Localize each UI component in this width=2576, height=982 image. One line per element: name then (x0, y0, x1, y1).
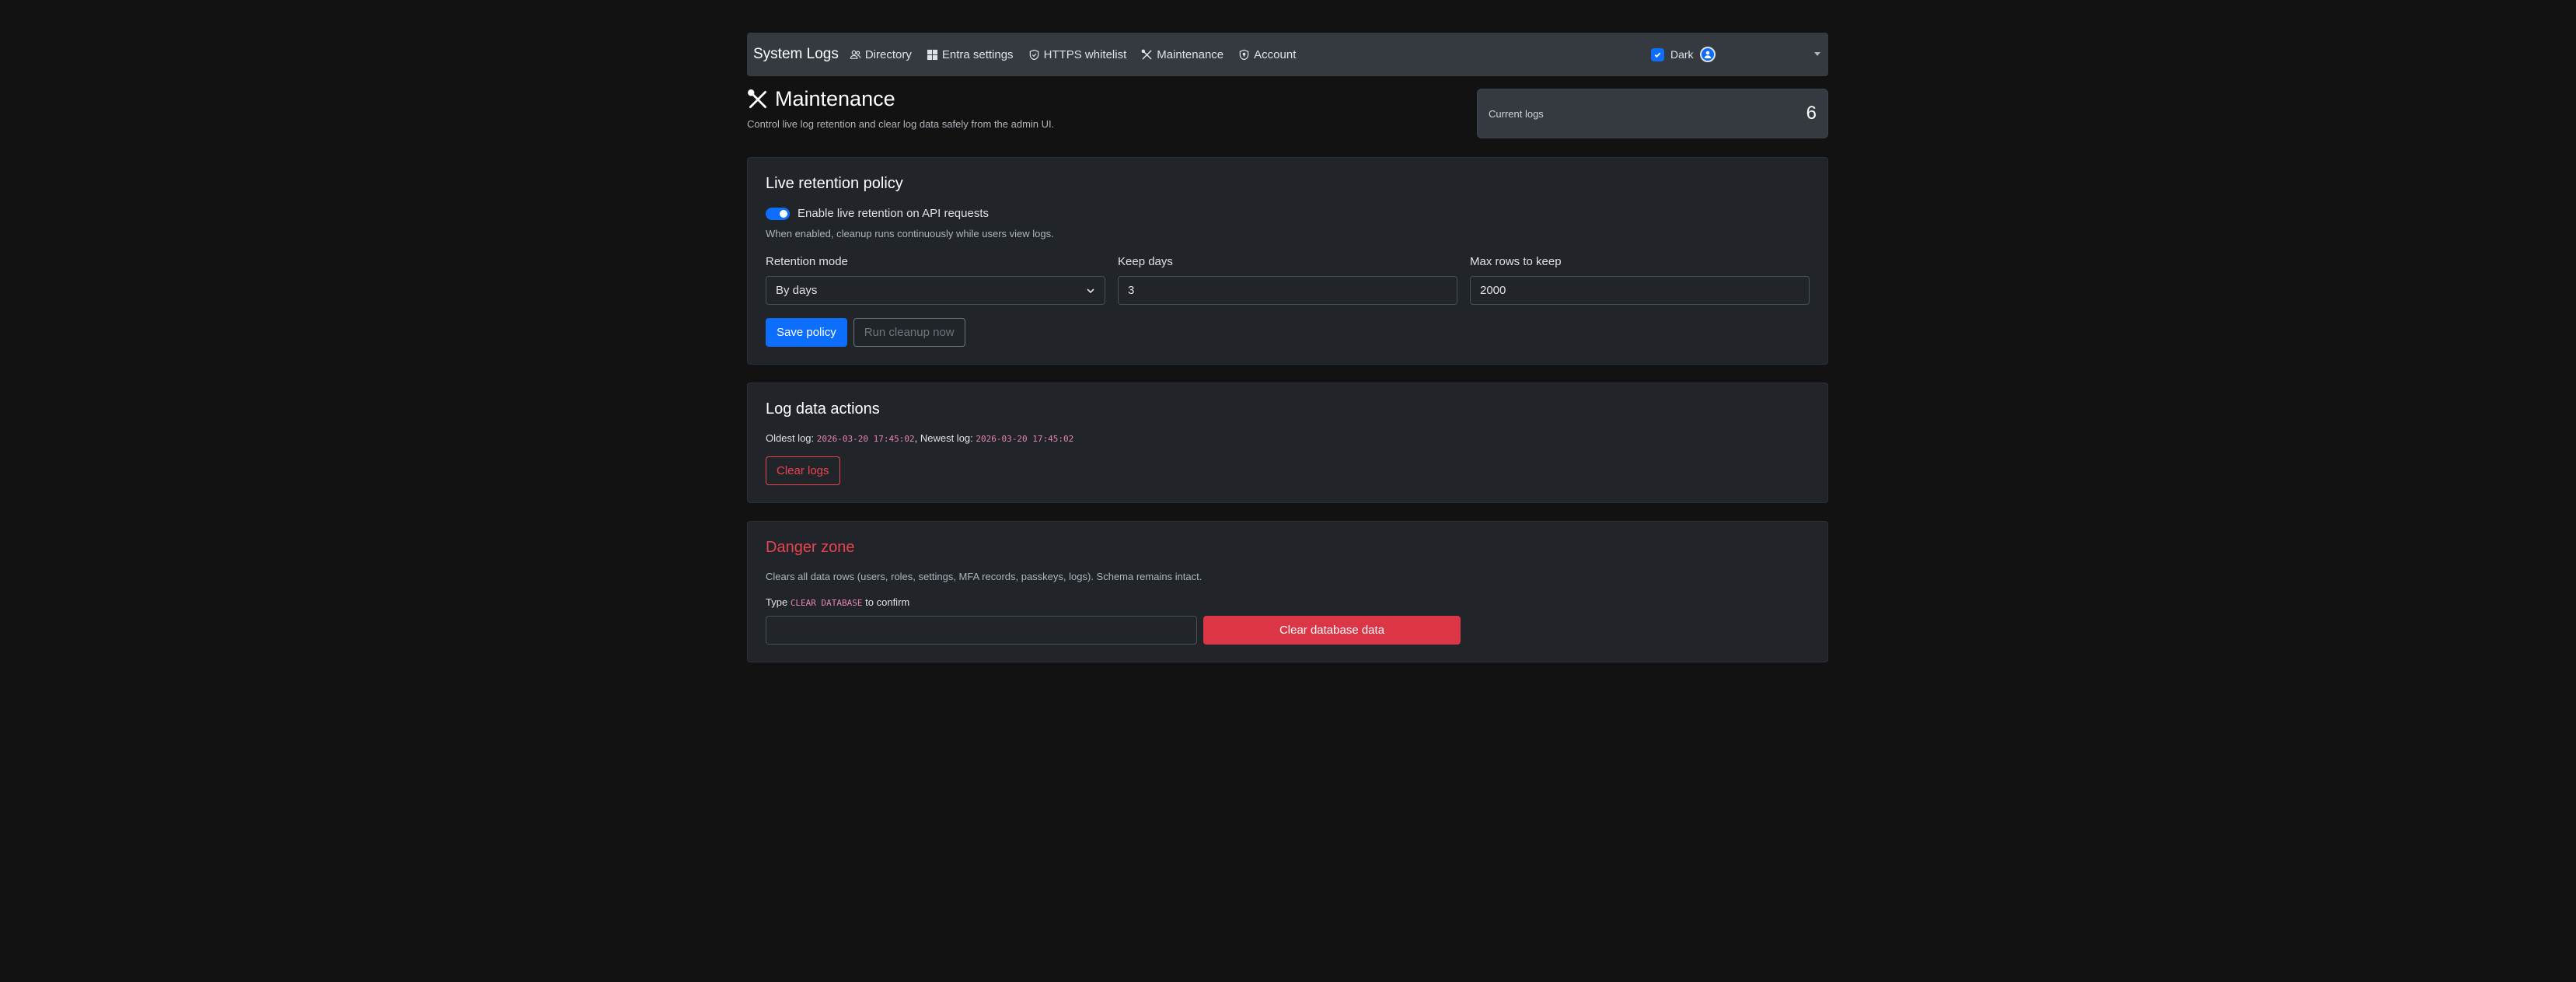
shield-check-icon (1029, 49, 1038, 60)
confirm-phrase: CLEAR DATABASE (790, 598, 863, 608)
nav-account[interactable]: Account (1238, 48, 1296, 61)
nav-account-label: Account (1254, 47, 1297, 61)
page-header: Maintenance Control live log retention a… (747, 76, 1828, 157)
max-rows-input[interactable]: 2000 (1470, 276, 1810, 305)
nav-maintenance-label: Maintenance (1157, 47, 1224, 61)
oldest-log-label: Oldest log: (766, 432, 815, 444)
confirm-prefix: Type (766, 596, 788, 608)
page-subtitle: Control live log retention and clear log… (747, 118, 1055, 130)
page-title-row: Maintenance (747, 87, 895, 111)
keep-days-field: Keep days 3 (1118, 255, 1457, 305)
retention-mode-label: Retention mode (766, 255, 848, 268)
save-policy-button[interactable]: Save policy (766, 318, 847, 347)
nav-entra-label: Entra settings (941, 47, 1014, 61)
retention-mode-value: By days (776, 284, 818, 297)
danger-zone-description: Clears all data rows (users, roles, sett… (766, 571, 1202, 582)
shield-lock-icon (1239, 49, 1249, 60)
nav-maintenance[interactable]: Maintenance (1141, 48, 1223, 61)
confirm-row: Clear database data (766, 616, 1810, 645)
page-container: System Logs Directory Entra settings HTT… (747, 33, 1828, 680)
dark-mode-label: Dark (1670, 48, 1694, 61)
retention-fields: Retention mode By days Keep days 3 Max r… (766, 255, 1810, 305)
clear-logs-button[interactable]: Clear logs (766, 456, 840, 485)
windows-icon (927, 49, 937, 60)
keep-days-input[interactable]: 3 (1118, 276, 1457, 305)
confirm-instruction: Type CLEAR DATABASE to confirm (766, 596, 1810, 608)
max-rows-label: Max rows to keep (1470, 255, 1562, 268)
retention-actions: Save policy Run cleanup now (766, 318, 1810, 347)
newest-log-value: 2026-03-20 17:45:02 (976, 434, 1074, 444)
live-retention-toggle-label[interactable]: Enable live retention on API requests (798, 207, 989, 220)
top-navbar: System Logs Directory Entra settings HTT… (747, 33, 1828, 76)
newest-log-label: , Newest log: (914, 432, 973, 444)
account-dropdown-caret-icon[interactable] (1814, 52, 1820, 56)
nav-entra-settings[interactable]: Entra settings (927, 48, 1014, 61)
log-actions-title: Log data actions (766, 400, 880, 418)
log-range-info: Oldest log: 2026-03-20 17:45:02, Newest … (766, 432, 1810, 444)
brand[interactable]: System Logs (753, 46, 839, 63)
max-rows-value: 2000 (1480, 284, 1506, 297)
current-logs-card: Current logs 6 (1477, 89, 1828, 138)
people-icon (850, 50, 861, 59)
dark-mode-checkbox[interactable] (1651, 47, 1664, 61)
confirm-input[interactable] (766, 616, 1197, 645)
page-title: Maintenance (775, 87, 895, 110)
keep-days-label: Keep days (1118, 255, 1173, 268)
run-cleanup-button[interactable]: Run cleanup now (853, 318, 965, 347)
nav-https-whitelist[interactable]: HTTPS whitelist (1028, 47, 1127, 61)
max-rows-field: Max rows to keep 2000 (1470, 255, 1810, 305)
check-icon (1654, 52, 1661, 58)
clear-database-button[interactable]: Clear database data (1203, 616, 1461, 645)
confirm-suffix: to confirm (865, 596, 910, 608)
chevron-down-icon (1087, 288, 1094, 293)
theme-switcher: Dark (1651, 33, 1716, 76)
danger-zone-card: Danger zone Clears all data rows (users,… (747, 521, 1828, 662)
tools-icon (748, 89, 767, 108)
keep-days-value: 3 (1128, 284, 1135, 297)
nav-directory-label: Directory (864, 47, 912, 61)
retention-mode-field: Retention mode By days (766, 255, 1105, 305)
live-retention-toggle-row: Enable live retention on API requests (766, 207, 1810, 220)
retention-mode-select[interactable]: By days (766, 276, 1105, 305)
log-data-actions-card: Log data actions Oldest log: 2026-03-20 … (747, 383, 1828, 503)
nav-https-label: HTTPS whitelist (1043, 47, 1127, 61)
tools-icon (1141, 49, 1152, 59)
current-logs-label: Current logs (1489, 107, 1544, 120)
retention-policy-card: Live retention policy Enable live retent… (747, 157, 1828, 365)
user-avatar[interactable] (1699, 47, 1716, 62)
retention-help: When enabled, cleanup runs continuously … (766, 228, 1054, 239)
person-icon (1704, 51, 1711, 58)
oldest-log-value: 2026-03-20 17:45:02 (816, 434, 915, 444)
retention-title: Live retention policy (766, 175, 903, 192)
current-logs-value: 6 (1806, 103, 1817, 124)
danger-zone-title: Danger zone (766, 539, 855, 556)
nav-directory[interactable]: Directory (850, 48, 912, 61)
live-retention-toggle[interactable] (766, 207, 790, 220)
